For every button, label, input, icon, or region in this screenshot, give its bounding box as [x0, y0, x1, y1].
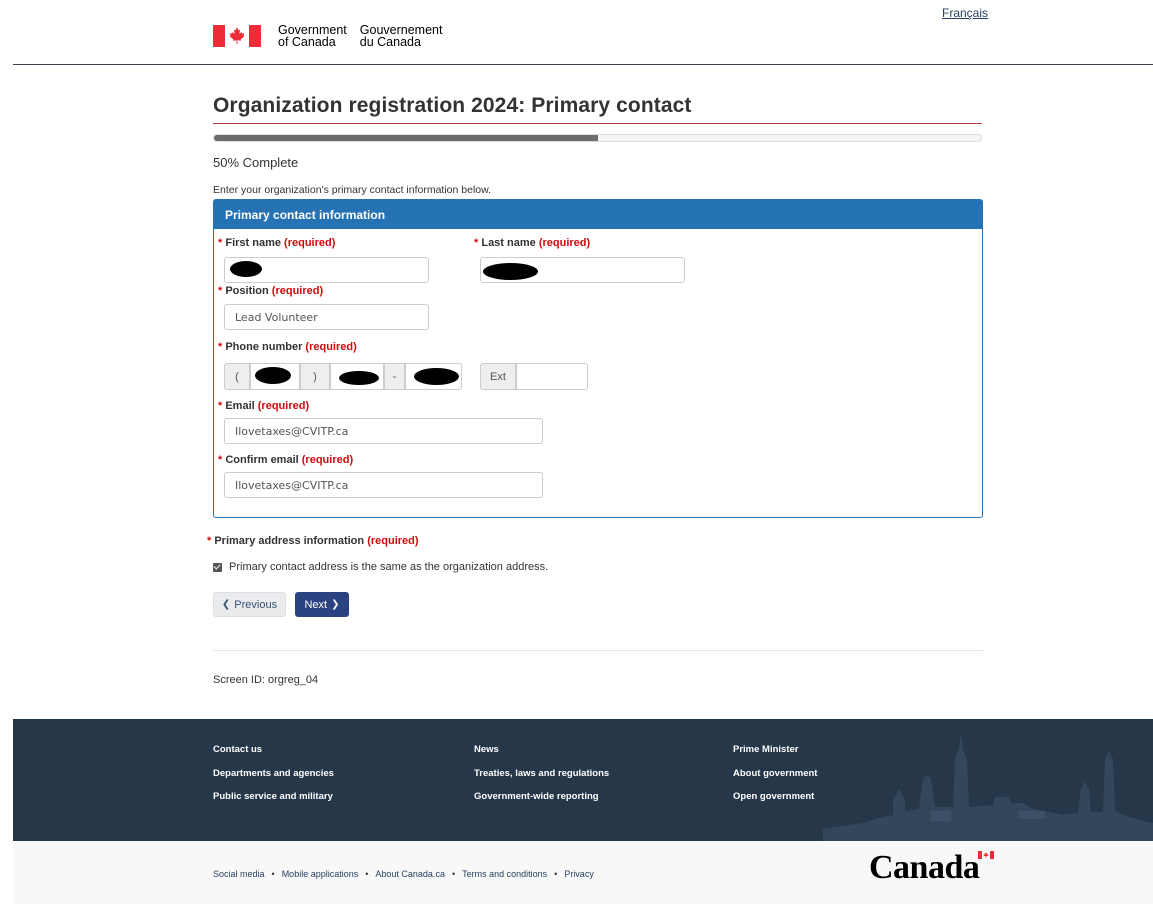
government-signature[interactable]: Government of Canada Gouvernement du Can… — [213, 24, 442, 48]
separator: • — [271, 869, 275, 879]
phone-number-group: ( ) - — [224, 363, 462, 390]
separator: • — [365, 869, 369, 879]
phone-dash: - — [384, 363, 405, 390]
header-divider — [13, 64, 1153, 65]
screen-id: Screen ID: orgreg_04 — [213, 674, 319, 686]
canada-flag-icon — [213, 25, 261, 47]
phone-label: * Phone number (required) — [218, 341, 357, 353]
footer-column-3: Prime Minister About government Open gov… — [733, 744, 817, 815]
title-underline — [213, 123, 982, 124]
phone-extension-input[interactable] — [516, 363, 588, 390]
redaction-mark — [483, 263, 538, 280]
phone-close-paren: ) — [300, 363, 330, 390]
footer-column-2: News Treaties, laws and regulations Gove… — [474, 744, 609, 815]
previous-button[interactable]: ❮ Previous — [213, 592, 286, 617]
position-label: * Position (required) — [218, 285, 324, 297]
same-address-row[interactable]: Primary contact address is the same as t… — [213, 561, 548, 573]
email-input[interactable]: Ilovetaxes@CVITP.ca — [224, 418, 543, 444]
email-label: * Email (required) — [218, 400, 310, 412]
footer-sub-link[interactable]: About Canada.ca — [375, 869, 445, 879]
chevron-right-icon: ❯ — [331, 599, 340, 610]
primary-address-label: * Primary address information (required) — [207, 535, 419, 547]
redaction-mark — [339, 371, 379, 385]
parliament-skyline-icon — [823, 733, 1153, 841]
footer-sub-links: Social media • Mobile applications • Abo… — [213, 869, 594, 879]
footer-sub-link[interactable]: Privacy — [564, 869, 594, 879]
footer-link[interactable]: Open government — [733, 791, 817, 815]
same-address-checkbox-label: Primary contact address is the same as t… — [229, 561, 549, 573]
gov-name-en: Government of Canada — [278, 23, 347, 49]
page-title: Organization registration 2024: Primary … — [213, 94, 692, 117]
panel-heading: Primary contact information — [214, 200, 982, 229]
same-address-checkbox[interactable] — [213, 562, 222, 572]
canada-wordmark-flag-icon — [978, 851, 994, 859]
phone-extension-group: Ext — [480, 363, 588, 390]
ext-addon: Ext — [480, 363, 516, 390]
separator: • — [451, 869, 456, 879]
footer-link[interactable]: Public service and military — [213, 791, 334, 815]
phone-area-code-input[interactable] — [250, 363, 300, 390]
intro-text: Enter your organization's primary contac… — [213, 184, 492, 196]
footer-link[interactable]: Contact us — [213, 744, 334, 768]
phone-open-paren: ( — [224, 363, 250, 390]
canada-wordmark: Canada — [869, 849, 980, 886]
phone-line-input[interactable] — [405, 363, 462, 390]
phone-prefix-input[interactable] — [330, 363, 384, 390]
last-name-label: * Last name (required) — [474, 237, 591, 249]
position-input[interactable]: Lead Volunteer — [224, 304, 429, 330]
footer-sub-link[interactable]: Terms and conditions — [462, 869, 547, 879]
footer-link[interactable]: Treaties, laws and regulations — [474, 768, 609, 792]
content-divider — [213, 650, 983, 651]
language-toggle-link[interactable]: Français — [942, 6, 988, 20]
progress-bar — [213, 134, 982, 142]
next-button[interactable]: Next ❯ — [295, 592, 349, 617]
progress-bar-fill — [214, 135, 598, 141]
confirm-email-label: * Confirm email (required) — [218, 454, 354, 466]
footer-main: Contact us Departments and agencies Publ… — [13, 719, 1153, 841]
footer-sub: Social media • Mobile applications • Abo… — [13, 841, 1153, 904]
footer-link[interactable]: Prime Minister — [733, 744, 817, 768]
redaction-mark — [414, 368, 459, 385]
redaction-mark — [255, 367, 291, 384]
footer-column-1: Contact us Departments and agencies Publ… — [213, 744, 334, 815]
footer-link[interactable]: News — [474, 744, 609, 768]
footer-link[interactable]: Government-wide reporting — [474, 791, 609, 815]
chevron-left-icon: ❮ — [221, 599, 231, 610]
redaction-mark — [230, 261, 262, 277]
next-button-label: Next — [304, 598, 328, 611]
first-name-label: * First name (required) — [218, 237, 336, 249]
footer-link[interactable]: About government — [733, 768, 817, 792]
gov-name-fr: Gouvernement du Canada — [359, 23, 443, 49]
footer-sub-link[interactable]: Mobile applications — [282, 869, 359, 879]
previous-button-label: Previous — [234, 598, 278, 611]
footer-link[interactable]: Departments and agencies — [213, 768, 334, 792]
footer-sub-link[interactable]: Social media — [213, 869, 265, 879]
separator: • — [554, 869, 558, 879]
confirm-email-input[interactable]: Ilovetaxes@CVITP.ca — [224, 472, 543, 498]
progress-text: 50% Complete — [213, 155, 299, 170]
